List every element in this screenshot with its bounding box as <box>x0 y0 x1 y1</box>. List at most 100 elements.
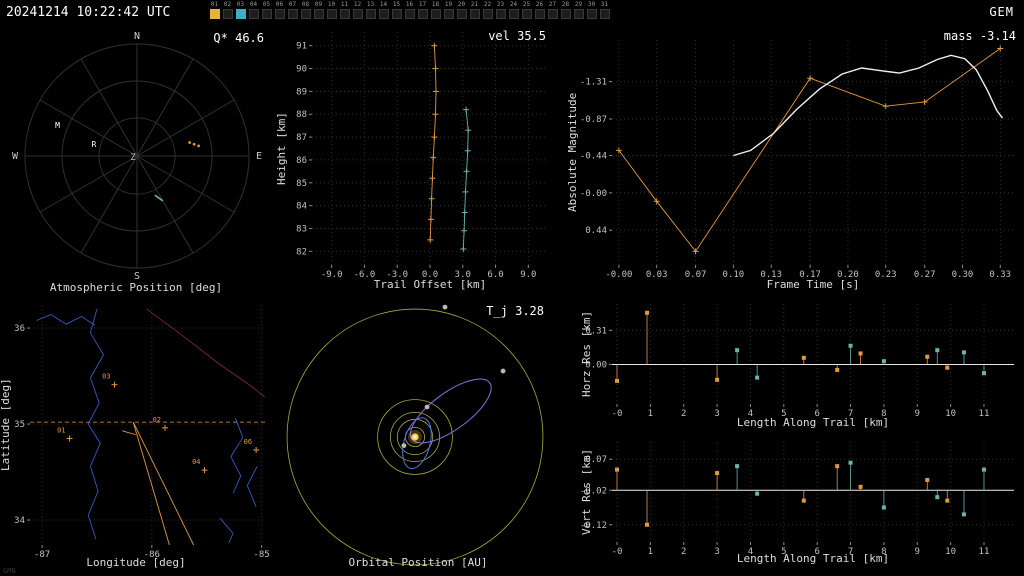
frame-thumb-05[interactable] <box>261 9 272 19</box>
frame-number: 12 <box>353 1 362 8</box>
map-layers: 01 02 03 04 06 <box>30 308 266 546</box>
frame-cell: 21 <box>468 1 481 19</box>
frame-number: 07 <box>288 1 297 8</box>
panel-magnitude: -0.00 0.03 0.07 0.10 0.13 0.17 0.20 0.23 0.27 0.3… <box>564 26 1024 296</box>
series-station-1 <box>427 42 440 243</box>
frame-number: 03 <box>236 1 245 8</box>
frame-thumb-08[interactable] <box>300 9 311 19</box>
tisserand-annotation: T_j 3.28 <box>486 304 544 318</box>
magnitude-plot: -0.00 0.03 0.07 0.10 0.13 0.17 0.20 0.23 0.27 0.3… <box>580 40 1014 280</box>
mass-annotation: mass -3.14 <box>943 29 1016 43</box>
y-tick-label: 84 <box>296 202 307 212</box>
y-tick-label: 82 <box>296 247 307 257</box>
app-root: { "header": { "timestamp": "20241214 10:… <box>0 0 1024 576</box>
frame-cell: 12 <box>351 1 364 19</box>
frame-cell: 07 <box>286 1 299 19</box>
frame-thumb-09[interactable] <box>313 9 324 19</box>
frame-thumb-03[interactable] <box>235 9 246 19</box>
frame-thumb-24[interactable] <box>508 9 519 19</box>
frame-cell: 13 <box>364 1 377 19</box>
frame-number: 21 <box>470 1 479 8</box>
frame-thumb-22[interactable] <box>482 9 493 19</box>
frame-number: 02 <box>223 1 232 8</box>
frame-thumb-02[interactable] <box>222 9 233 19</box>
frame-cell: 31 <box>598 1 611 19</box>
q-value-annotation: Q* 46.6 <box>213 31 264 45</box>
magnitude-y-label: Absolute Magnitude <box>566 92 579 213</box>
station-label: 02 <box>153 416 161 424</box>
frame-thumb-25[interactable] <box>521 9 532 19</box>
y-tick-label: 91 <box>296 42 307 52</box>
frame-thumb-31[interactable] <box>599 9 610 19</box>
watermark: GMN <box>3 567 16 575</box>
frame-thumb-21[interactable] <box>469 9 480 19</box>
axes-grid: -0.00 0.03 0.07 0.10 0.13 0.17 0.20 0.23 0.27 0.3… <box>580 40 1014 280</box>
frame-number: 04 <box>249 1 258 8</box>
frame-thumb-12[interactable] <box>352 9 363 19</box>
height-trail-plot: -9.0 -6.0 -3.0 0.0 3.0 6.0 9.08283848586878889… <box>296 32 548 280</box>
y-tick-label: 35 <box>14 420 25 430</box>
y-tick-label: 85 <box>296 179 307 189</box>
frame-number: 27 <box>548 1 557 8</box>
frame-thumb-14[interactable] <box>378 9 389 19</box>
frame-thumb-20[interactable] <box>456 9 467 19</box>
frame-thumb-11[interactable] <box>339 9 350 19</box>
magnitude-x-title: Frame Time [s] <box>766 278 860 291</box>
frame-thumb-07[interactable] <box>287 9 298 19</box>
frame-thumb-04[interactable] <box>248 9 259 19</box>
frame-cell: 08 <box>299 1 312 19</box>
y-tick-label: 36 <box>14 324 25 334</box>
river <box>219 517 234 544</box>
series-station-2 <box>460 106 472 253</box>
frame-cell: 10 <box>325 1 338 19</box>
y-tick-label: 83 <box>296 224 307 234</box>
panel-height: -9.0 -6.0 -3.0 0.0 3.0 6.0 9.0 82 83 84 85 86 87 88 89… <box>272 26 564 296</box>
frame-number: 26 <box>535 1 544 8</box>
ground-map-plot: -87 -86 -853435360102030406 <box>14 305 270 560</box>
timestamp: 20241214 10:22:42 UTC <box>6 5 171 20</box>
frame-thumb-06[interactable] <box>274 9 285 19</box>
frame-thumb-30[interactable] <box>586 9 597 19</box>
frame-thumb-15[interactable] <box>391 9 402 19</box>
frame-cell: 18 <box>429 1 442 19</box>
frame-number: 15 <box>392 1 401 8</box>
frame-number: 06 <box>275 1 284 8</box>
frame-thumb-23[interactable] <box>495 9 506 19</box>
frame-thumb-28[interactable] <box>560 9 571 19</box>
frame-cell: 25 <box>520 1 533 19</box>
frame-thumb-10[interactable] <box>326 9 337 19</box>
panel-orbital: T_j 3.28 Orbital Position [AU] <box>272 296 564 576</box>
frame-cell: 20 <box>455 1 468 19</box>
frame-thumb-29[interactable] <box>573 9 584 19</box>
zenith-label: Z <box>130 153 136 163</box>
series-station-1 <box>615 464 950 527</box>
planet-dot <box>401 443 407 449</box>
axes-grid: -0 1 2 3 4 5 6 7 8 9 10 110.000.31 <box>585 304 1014 419</box>
frame-cell: 26 <box>533 1 546 19</box>
planet-dot <box>424 404 430 410</box>
orbital-plot <box>286 304 544 566</box>
frame-number: 16 <box>405 1 414 8</box>
frame-cell: 11 <box>338 1 351 19</box>
frame-cell: 29 <box>572 1 585 19</box>
frame-thumb-27[interactable] <box>547 9 558 19</box>
frame-thumb-19[interactable] <box>443 9 454 19</box>
axes-grid: -87 -86 -85343536 <box>14 305 270 560</box>
frame-cell: 01 <box>208 1 221 19</box>
vert-res-x-title: Length Along Trail [km] <box>736 552 890 565</box>
frame-number: 10 <box>327 1 336 8</box>
polar-station-label: M <box>55 121 60 130</box>
frame-thumb-13[interactable] <box>365 9 376 19</box>
y-tick-label: 89 <box>296 87 307 97</box>
frame-thumb-16[interactable] <box>404 9 415 19</box>
frame-number: 20 <box>457 1 466 8</box>
y-tick-label: 90 <box>296 65 307 75</box>
frame-thumb-18[interactable] <box>430 9 441 19</box>
frame-thumb-01[interactable] <box>209 9 220 19</box>
map-y-label: Latitude [deg] <box>0 378 12 472</box>
frame-thumb-26[interactable] <box>534 9 545 19</box>
atmospheric-title: Atmospheric Position [deg] <box>49 281 223 294</box>
frame-number: 13 <box>366 1 375 8</box>
frame-thumb-17[interactable] <box>417 9 428 19</box>
horz-res-y-label: Horz Res [km] <box>580 310 593 398</box>
